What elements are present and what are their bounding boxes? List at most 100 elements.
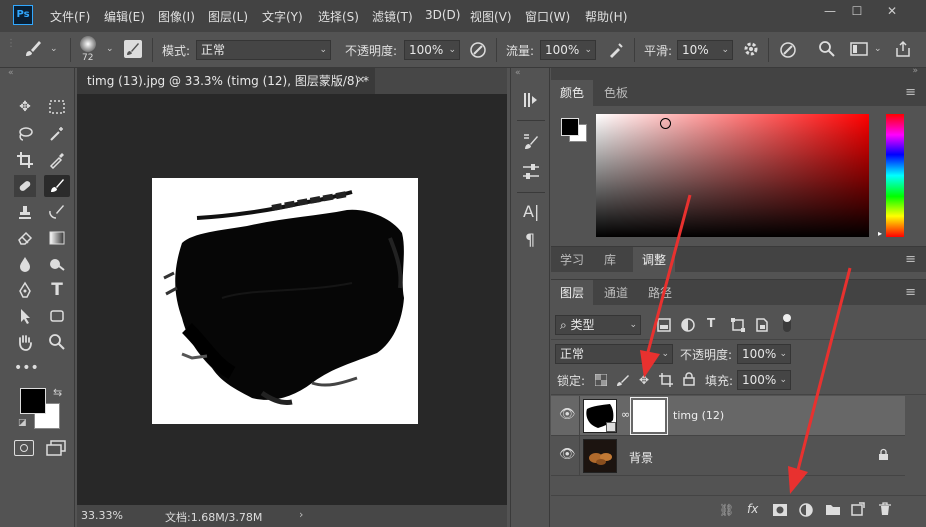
chevron-down-icon[interactable]: ⌄ [874,44,882,54]
menu-image[interactable]: 图像(I) [158,8,195,25]
zoom-tool-icon[interactable] [46,331,68,353]
search-icon[interactable] [818,40,836,61]
eye-icon[interactable]: 👁 [559,447,576,462]
blend-mode-select[interactable]: 正常 ⌄ [555,344,673,364]
adjustment-layer-icon[interactable] [799,503,813,520]
lock-pixels-icon[interactable] [616,373,630,390]
close-window-button[interactable]: ✕ [880,2,904,20]
path-select-icon[interactable] [14,305,36,327]
flow-input[interactable]: 100% ⌄ [540,40,596,60]
pen-tool-icon[interactable] [14,279,36,301]
filter-adjustment-icon[interactable] [681,318,695,335]
menu-type[interactable]: 文字(Y) [262,8,303,25]
layer-name[interactable]: timg (12) [673,409,724,422]
move-tool-icon[interactable]: ✥ [14,96,36,118]
lock-artboard-icon[interactable] [659,373,673,390]
tab-libraries[interactable]: 库 [595,247,625,273]
workspace-icon[interactable] [850,41,868,60]
menu-help[interactable]: 帮助(H) [585,8,627,25]
tab-learn[interactable]: 学习 [551,247,593,273]
quick-mask-icon[interactable] [14,440,34,456]
fg-color-chip[interactable] [561,118,579,136]
layer-row[interactable]: 👁 ∞ timg (12) [551,396,905,436]
healing-brush-icon[interactable] [14,175,36,197]
brush-panel-icon[interactable] [124,40,142,58]
menu-window[interactable]: 窗口(W) [525,8,570,25]
eye-icon[interactable]: 👁 [559,407,576,422]
more-tools-icon[interactable]: ••• [14,357,39,379]
layer-filter-select[interactable]: ⌕ 类型 ⌄ [555,315,641,335]
collapse-icon[interactable]: « [515,68,521,78]
shape-tool-icon[interactable] [46,305,68,327]
smooth-input[interactable]: 10% ⌄ [677,40,733,60]
chevron-down-icon[interactable]: ⌄ [50,44,58,54]
airbrush-icon[interactable] [606,40,626,63]
pressure-opacity-icon[interactable] [468,40,488,63]
gradient-icon[interactable] [46,227,68,249]
type-tool-icon[interactable]: T [46,279,68,301]
brush-presets-icon[interactable] [521,162,541,185]
paragraph-panel-icon[interactable]: ¶ [525,230,535,249]
tab-paths[interactable]: 路径 [639,280,681,306]
lasso-tool-icon[interactable] [14,123,36,145]
tab-layers[interactable]: 图层 [551,280,594,306]
add-mask-icon[interactable] [773,504,787,519]
canvas-area[interactable] [77,94,507,505]
trash-icon[interactable] [879,502,891,519]
filter-type-icon[interactable]: T [707,316,715,330]
history-brush-icon[interactable] [46,201,68,223]
screen-mode-icon[interactable] [46,440,66,456]
character-panel-icon[interactable]: A| [523,202,539,221]
menu-select[interactable]: 选择(S) [318,8,359,25]
filter-smart-object-icon[interactable] [755,318,769,335]
link-layers-icon[interactable]: ⛓ [719,503,734,517]
menu-filter[interactable]: 滤镜(T) [372,8,413,25]
tab-swatches[interactable]: 色板 [595,80,637,106]
menu-edit[interactable]: 编辑(E) [104,8,145,25]
filter-toggle[interactable] [783,314,791,332]
maximize-button[interactable]: ☐ [845,2,869,20]
brush-settings-icon[interactable] [521,132,541,155]
lock-position-icon[interactable]: ✥ [639,373,649,387]
chain-link-icon[interactable]: ∞ [621,408,630,421]
color-field[interactable] [596,114,869,237]
crop-tool-icon[interactable] [14,149,36,171]
menu-view[interactable]: 视图(V) [470,8,512,25]
menu-3d[interactable]: 3D(D) [425,8,460,22]
collapse-icon[interactable]: » [912,66,918,76]
filter-shape-icon[interactable] [731,318,745,335]
layer-mask-thumbnail[interactable] [630,397,668,435]
fx-icon[interactable]: fx [747,502,758,516]
tab-adjustments[interactable]: 调整 [633,247,676,273]
mode-select[interactable]: 正常 ⌄ [196,40,331,60]
layer-name[interactable]: 背景 [629,449,653,466]
swap-colors-icon[interactable]: ⇆ [53,386,62,399]
tab-color[interactable]: 颜色 [551,80,594,106]
collapse-icon[interactable]: « [8,68,14,78]
marquee-tool-icon[interactable] [46,96,68,118]
brush-tool-icon[interactable] [22,38,44,63]
opacity-input[interactable]: 100% ⌄ [404,40,460,60]
foreground-color-swatch[interactable] [20,388,46,414]
close-tab-button[interactable]: ✕ [357,68,365,94]
default-colors-icon[interactable]: ◪ [18,418,27,428]
hue-slider[interactable]: ▸ [878,114,904,238]
pressure-size-icon[interactable] [778,40,798,63]
menu-file[interactable]: 文件(F) [50,8,90,25]
folder-icon[interactable] [825,503,841,519]
panel-menu-icon[interactable]: ≡ [905,285,916,300]
panel-menu-icon[interactable]: ≡ [905,252,916,267]
hand-tool-icon[interactable] [14,331,36,353]
tab-channels[interactable]: 通道 [595,280,637,306]
history-panel-icon[interactable] [521,90,541,113]
magic-wand-icon[interactable] [46,123,68,145]
stamp-tool-icon[interactable] [14,201,36,223]
layer-row[interactable]: 👁 背景 [551,436,905,476]
share-icon[interactable] [894,40,912,61]
new-layer-icon[interactable] [851,502,865,519]
dodge-tool-icon[interactable] [46,253,68,275]
layer-opacity-input[interactable]: 100% ⌄ [737,344,791,364]
filter-pixel-icon[interactable] [657,318,671,335]
brush-preset-icon[interactable] [80,36,96,52]
panel-menu-icon[interactable]: ≡ [905,85,916,100]
